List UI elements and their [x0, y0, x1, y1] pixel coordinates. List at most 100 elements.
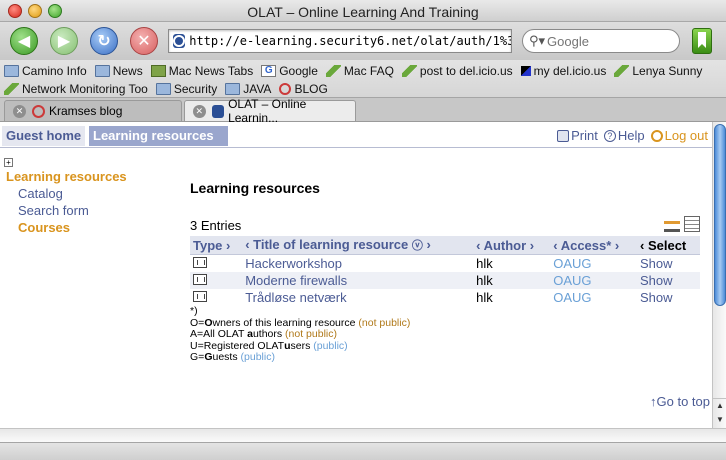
- show-link[interactable]: Show: [640, 290, 673, 305]
- logout-link[interactable]: Log out: [650, 128, 708, 143]
- resource-author: hlk: [476, 272, 493, 288]
- resources-table: Type › ‹ Title of learning resource ⓥ › …: [190, 236, 700, 306]
- page-title: Learning resources: [190, 180, 320, 196]
- stop-icon: ✕: [137, 33, 151, 50]
- bookmarks-row-1: Camino Info News Mac News Tabs G Google M…: [4, 62, 710, 79]
- main-content: Learning resources 3 Entries Type › ‹ Ti…: [190, 180, 700, 306]
- table-settings-icon[interactable]: [684, 216, 700, 232]
- scroll-arrows[interactable]: ▲ ▼: [713, 398, 726, 428]
- bookmark-my-delicious[interactable]: my del.icio.us: [520, 64, 606, 78]
- tab-kramses-blog[interactable]: ✕ Kramses blog: [4, 100, 182, 121]
- folder-icon: [94, 64, 110, 77]
- folder-icon: [225, 82, 241, 95]
- print-icon: [557, 129, 570, 142]
- table-header-row: Type › ‹ Title of learning resource ⓥ › …: [190, 236, 700, 255]
- table-row: Moderne firewalls hlk OAUG Show: [190, 271, 700, 289]
- resource-author: hlk: [476, 289, 493, 305]
- sidebar-item-learning-resources[interactable]: Learning resources: [6, 169, 184, 184]
- resource-access: OAUG: [553, 289, 592, 305]
- show-link[interactable]: Show: [640, 256, 673, 271]
- access-legend: *) O=Owners of this learning resource (n…: [190, 305, 410, 364]
- folder-icon: [4, 64, 19, 77]
- bookmark-security[interactable]: Security: [155, 82, 217, 96]
- resource-title-link[interactable]: Moderne firewalls: [245, 273, 347, 288]
- window-title: OLAT – Online Learning And Training: [247, 4, 479, 20]
- help-link[interactable]: ? Help: [603, 128, 645, 143]
- forward-button[interactable]: ▶: [50, 27, 78, 55]
- horizontal-scrollbar[interactable]: [0, 428, 726, 442]
- resource-title-link[interactable]: Hackerworkshop: [245, 256, 342, 271]
- entries-count: 3 Entries: [190, 218, 242, 233]
- back-button[interactable]: ◀: [10, 27, 38, 55]
- bookmarks-bar: Camino Info News Mac News Tabs G Google M…: [0, 60, 726, 98]
- bookmark-google[interactable]: G Google: [261, 64, 318, 78]
- url-bar[interactable]: http://e-learning.security6.net/olat/aut…: [168, 29, 512, 53]
- col-select[interactable]: ‹ Select: [637, 236, 700, 255]
- close-tab-icon[interactable]: ✕: [13, 104, 26, 118]
- folder-icon: [155, 82, 171, 95]
- site-favicon-icon: [211, 104, 225, 118]
- delicious-icon: [520, 65, 531, 76]
- tab-label: Kramses blog: [49, 104, 123, 118]
- vertical-scrollbar[interactable]: ▲ ▼: [712, 122, 726, 428]
- sort-down-icon[interactable]: ⓥ: [412, 240, 423, 252]
- search-field[interactable]: ⚲▾: [522, 29, 680, 53]
- search-input[interactable]: [547, 33, 668, 49]
- nav-guest-home[interactable]: Guest home: [2, 126, 86, 146]
- bookmark-lenya-sunny[interactable]: Lenya Sunny: [614, 64, 702, 78]
- nav-learning-resources[interactable]: Learning resources: [89, 126, 228, 146]
- show-link[interactable]: Show: [640, 273, 673, 288]
- col-access[interactable]: ‹ Access* ›: [550, 236, 638, 255]
- scroll-thumb[interactable]: [714, 124, 726, 306]
- stop-button[interactable]: ✕: [130, 27, 158, 55]
- bookmark-news[interactable]: News: [94, 64, 143, 78]
- logout-icon: [650, 129, 663, 142]
- bookmark-post-delicious[interactable]: post to del.icio.us: [401, 64, 513, 78]
- window-titlebar: OLAT – Online Learning And Training: [0, 0, 726, 22]
- bookmark-network-monitoring[interactable]: Network Monitoring Too: [4, 82, 148, 96]
- bookmark-blog[interactable]: BLOG: [279, 82, 328, 96]
- nav-tools: Print ? Help Log out: [551, 128, 708, 143]
- url-text[interactable]: http://e-learning.security6.net/olat/aut…: [189, 34, 511, 48]
- bookmarklet-icon: [614, 64, 630, 77]
- back-arrow-icon: ◀: [17, 33, 31, 50]
- download-icon[interactable]: [664, 216, 680, 232]
- course-icon: [193, 290, 207, 302]
- table-row: Trådløse netværk hlk OAUG Show: [190, 288, 700, 306]
- col-type[interactable]: Type ›: [190, 236, 243, 255]
- reload-button[interactable]: ↻: [90, 27, 118, 55]
- tab-label: OLAT – Online Learnin...: [228, 97, 307, 125]
- sidebar-item-courses[interactable]: Courses: [18, 220, 184, 235]
- bookmarklet-icon: [401, 64, 417, 77]
- bookmark-camino-info[interactable]: Camino Info: [4, 64, 87, 78]
- site-favicon-icon: [173, 34, 186, 48]
- table-tools: [660, 216, 700, 232]
- resource-access: OAUG: [553, 255, 592, 271]
- go-to-top-link[interactable]: ↑Go to top: [650, 394, 710, 409]
- resource-author: hlk: [476, 255, 493, 271]
- legend-guests: G=Guests (public): [190, 351, 275, 364]
- expand-tree-icon[interactable]: +: [4, 158, 13, 167]
- tab-olat[interactable]: ✕ OLAT – Online Learnin...: [184, 97, 356, 125]
- bookmark-button[interactable]: [692, 28, 712, 54]
- course-icon: [193, 256, 207, 268]
- bookmark-mac-faq[interactable]: Mac FAQ: [325, 64, 394, 78]
- resource-title-link[interactable]: Trådløse netværk: [245, 290, 346, 305]
- col-author[interactable]: ‹ Author ›: [473, 236, 551, 255]
- sidebar: + Learning resources Catalog Search form…: [4, 158, 184, 235]
- bookmarklet-icon: [325, 64, 341, 77]
- close-tab-icon[interactable]: ✕: [193, 104, 206, 118]
- col-title[interactable]: ‹ Title of learning resource ⓥ ›: [242, 236, 474, 255]
- print-link[interactable]: Print: [557, 128, 598, 143]
- sidebar-item-search-form[interactable]: Search form: [18, 203, 184, 218]
- bookmarklet-icon: [4, 82, 19, 95]
- sidebar-item-catalog[interactable]: Catalog: [18, 186, 184, 201]
- bookmark-java[interactable]: JAVA: [225, 82, 271, 96]
- reload-icon: ↻: [97, 33, 111, 50]
- bookmark-mac-news-tabs[interactable]: Mac News Tabs: [150, 64, 253, 78]
- status-bar: [0, 442, 726, 460]
- site-top-nav: Guest home Learning resources Print ? Hel…: [0, 126, 712, 148]
- tabs-icon: [150, 64, 166, 77]
- blog-icon: [32, 104, 45, 118]
- tab-strip: ✕ Kramses blog ✕ OLAT – Online Learnin..…: [0, 97, 726, 125]
